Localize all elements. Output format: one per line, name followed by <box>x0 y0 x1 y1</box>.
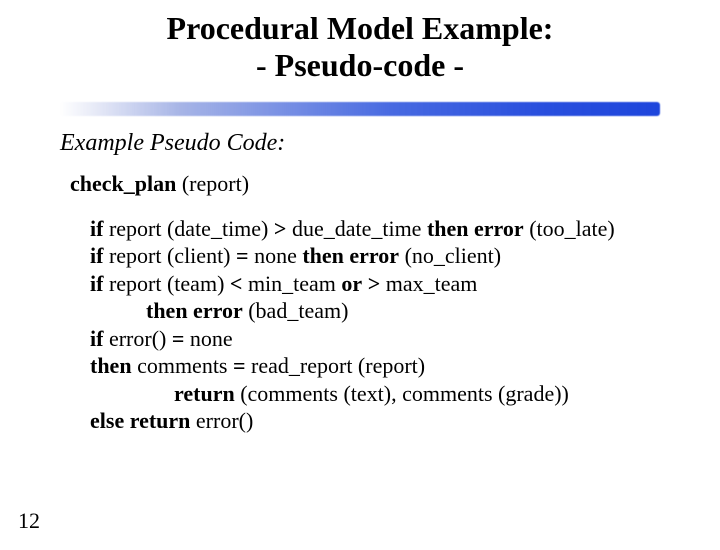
code-line-6: then comments = read_report (report) <box>90 352 680 380</box>
code-line-1: if report (date_time) > due_date_time th… <box>90 215 680 243</box>
divider-bar <box>60 102 660 116</box>
title-line-2: - Pseudo-code - <box>0 47 720 84</box>
code-line-2: if report (client) = none then error (no… <box>90 242 680 270</box>
page-number: 12 <box>18 508 40 534</box>
code-line-7: return (comments (text), comments (grade… <box>174 380 680 408</box>
code-line-3: if report (team) < min_team or > max_tea… <box>90 270 680 298</box>
code-line-4: then error (bad_team) <box>146 297 680 325</box>
title-line-1: Procedural Model Example: <box>0 10 720 47</box>
slide-title: Procedural Model Example: - Pseudo-code … <box>0 10 720 84</box>
code-line-8: else return error() <box>90 407 680 435</box>
function-args: (report) <box>176 171 249 196</box>
function-name: check_plan <box>70 171 176 196</box>
pseudocode-block: if report (date_time) > due_date_time th… <box>90 215 680 435</box>
subheading: Example Pseudo Code: <box>60 130 720 157</box>
function-signature: check_plan (report) <box>70 171 720 197</box>
code-line-5: if error() = none <box>90 325 680 353</box>
